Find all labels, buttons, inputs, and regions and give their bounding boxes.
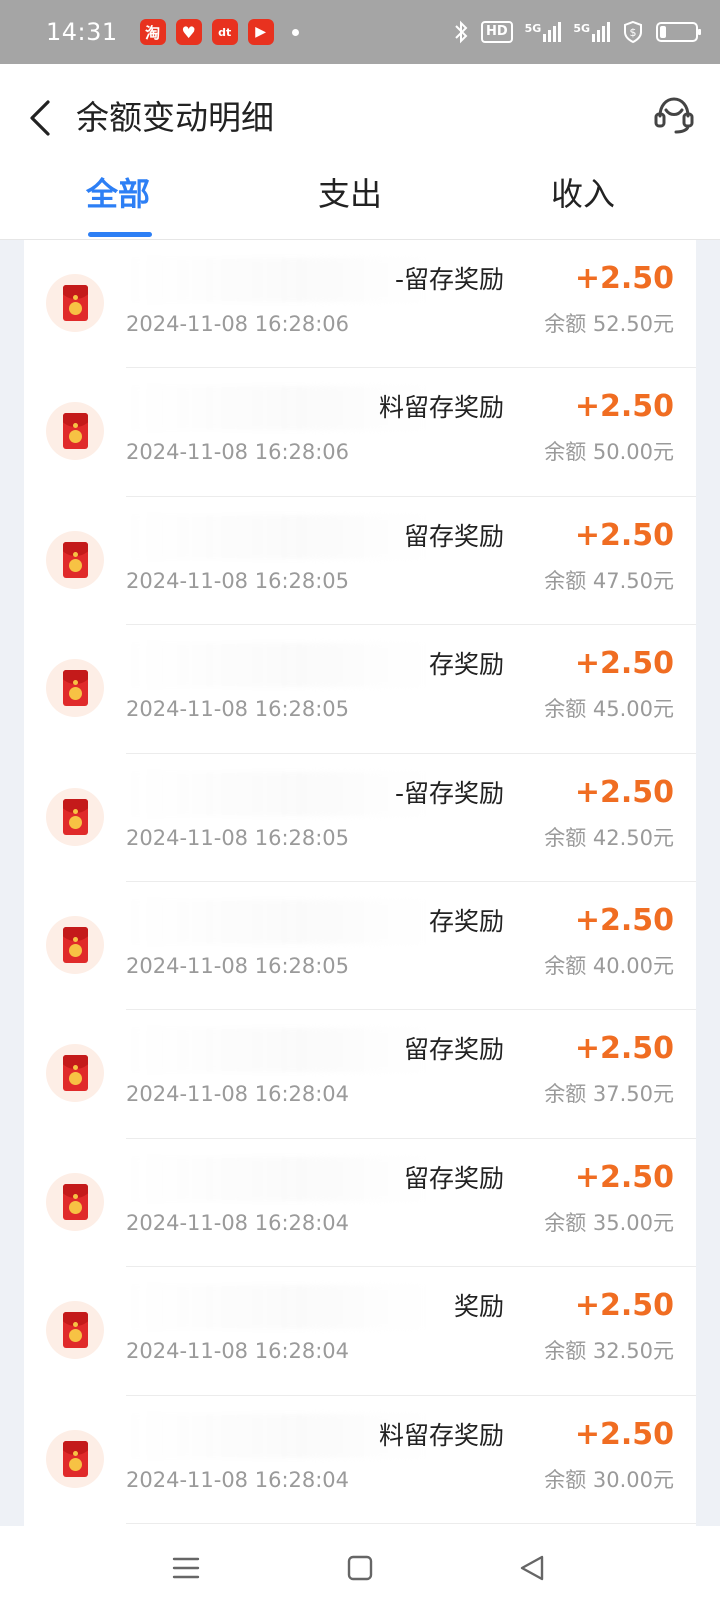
record-balance: 余额 47.50元: [544, 568, 674, 593]
video-app-icon: ▶: [247, 19, 274, 45]
balance-record-list[interactable]: -留存奖励 2024-11-08 16:28:06 +2.50 余额 52.50…: [24, 240, 696, 1526]
record-balance: 余额 32.50元: [544, 1339, 674, 1364]
record-amount: +2.50: [574, 1416, 674, 1452]
record-amount: +2.50: [574, 646, 674, 682]
record-balance: 余额 52.50元: [544, 312, 674, 336]
red-envelope-icon: [46, 915, 104, 974]
page-header: 余额变动明细 全部 支出 收入: [0, 64, 720, 240]
record-amount: +2.50: [574, 1288, 674, 1324]
record-amount: +2.50: [574, 1031, 674, 1067]
record-balance: 余额 42.50元: [544, 825, 674, 850]
record-time: 2024-11-08 16:28:06: [126, 312, 350, 336]
page-title: 余额变动明细: [76, 98, 274, 137]
chevron-left-icon: [30, 100, 50, 136]
red-envelope-icon: [46, 1172, 104, 1231]
list-item[interactable]: 留存奖励 2024-11-08 16:28:04 +2.50 余额 37.50元: [24, 1010, 696, 1139]
record-amount: +2.50: [574, 389, 674, 425]
red-envelope-icon: [46, 1429, 104, 1488]
signal-5g-icon-1: 5G: [525, 22, 562, 42]
red-envelope-icon: [46, 659, 104, 718]
system-navigation-bar: [0, 1526, 720, 1612]
record-title: 料留存奖励: [378, 393, 504, 423]
record-title: 留存奖励: [403, 521, 504, 551]
record-time: 2024-11-08 16:28:05: [126, 568, 350, 593]
menu-icon: [172, 1557, 200, 1579]
red-envelope-icon: [46, 530, 104, 589]
svg-text:$: $: [630, 26, 637, 39]
red-envelope-icon: [46, 1301, 104, 1360]
customer-service-icon: [654, 97, 694, 134]
record-balance: 余额 37.50元: [544, 1082, 674, 1107]
record-time: 2024-11-08 16:28:04: [126, 1210, 350, 1235]
red-envelope-icon: [46, 402, 104, 461]
menu-nav-button[interactable]: [170, 1552, 202, 1584]
record-title: 料留存奖励: [378, 1420, 504, 1450]
list-item[interactable]: -留存奖励 2024-11-08 16:28:05 +2.50 余额 42.50…: [24, 754, 696, 882]
record-amount: +2.50: [574, 902, 674, 938]
red-envelope-icon: [46, 1044, 104, 1103]
record-title: 留存奖励: [403, 1035, 504, 1065]
list-item[interactable]: -留存奖励 2024-11-08 16:28:06 +2.50 余额 52.50…: [24, 240, 696, 369]
record-title: 存奖励: [428, 650, 504, 680]
record-title: -留存奖励: [394, 778, 504, 808]
heart-app-icon: ♥: [175, 19, 202, 45]
tab-expense[interactable]: 支出: [290, 168, 410, 220]
record-time: 2024-11-08 16:28:06: [126, 440, 350, 465]
list-item[interactable]: 留存奖励 2024-11-08 16:28:05 +2.50 余额 47.50元: [24, 497, 696, 626]
record-title: -留存奖励: [394, 265, 504, 294]
back-nav-button[interactable]: [516, 1552, 548, 1584]
back-button[interactable]: [24, 92, 68, 144]
customer-service-button[interactable]: [652, 92, 696, 136]
divider: [126, 1522, 696, 1524]
dt-app-icon: dt: [211, 19, 238, 45]
record-balance: 余额 45.00元: [544, 697, 674, 722]
triangle-back-icon: [520, 1555, 544, 1581]
status-time: 14:31: [46, 18, 118, 46]
taobao-app-icon: 淘: [139, 19, 166, 45]
record-amount: +2.50: [574, 517, 674, 553]
record-time: 2024-11-08 16:28:04: [126, 1082, 350, 1107]
record-balance: 余额 30.00元: [544, 1467, 674, 1492]
list-item[interactable]: 存奖励 2024-11-08 16:28:05 +2.50 余额 45.00元: [24, 625, 696, 754]
record-time: 2024-11-08 16:28:05: [126, 825, 350, 850]
signal-5g-icon-2: 5G: [573, 22, 610, 42]
square-home-icon: [347, 1555, 373, 1581]
list-item[interactable]: 存奖励 2024-11-08 16:28:05 +2.50 余额 40.00元: [24, 882, 696, 1011]
record-time: 2024-11-08 16:28:04: [126, 1467, 350, 1492]
list-item[interactable]: 留存奖励 2024-11-08 16:28:04 +2.50 余额 35.00元: [24, 1139, 696, 1268]
record-amount: +2.50: [574, 774, 674, 810]
list-item[interactable]: 奖励 2024-11-08 16:28:04 +2.50 余额 32.50元: [24, 1267, 696, 1396]
battery-icon: [656, 22, 701, 42]
list-item[interactable]: 料留存奖励 2024-11-08 16:28:06 +2.50 余额 50.00…: [24, 368, 696, 497]
tab-bar: 全部 支出 收入: [0, 168, 720, 240]
security-shield-icon: $: [624, 20, 642, 44]
tab-income[interactable]: 收入: [523, 168, 643, 220]
red-envelope-icon: [46, 274, 104, 332]
system-icons: HD 5G 5G $: [453, 20, 702, 44]
record-title: 留存奖励: [403, 1163, 504, 1193]
more-notifications-icon: [291, 28, 299, 36]
record-time: 2024-11-08 16:28:04: [126, 1339, 350, 1364]
record-title: 存奖励: [428, 906, 504, 936]
record-time: 2024-11-08 16:28:05: [126, 697, 350, 722]
tab-all[interactable]: 全部: [58, 168, 178, 220]
record-amount: +2.50: [574, 1159, 674, 1195]
hd-icon: HD: [480, 21, 513, 43]
notification-icons: 淘 ♥ dt ▶: [139, 19, 299, 45]
active-tab-indicator: [88, 232, 152, 237]
list-item[interactable]: 料留存奖励 2024-11-08 16:28:04 +2.50 余额 30.00…: [24, 1396, 696, 1524]
record-title: 奖励: [453, 1292, 504, 1322]
record-balance: 余额 40.00元: [544, 953, 674, 978]
record-amount: +2.50: [574, 261, 674, 296]
red-envelope-icon: [46, 787, 104, 846]
bluetooth-icon: [455, 20, 468, 44]
home-nav-button[interactable]: [344, 1552, 376, 1584]
status-bar: 14:31 淘 ♥ dt ▶ HD 5G 5G $: [0, 0, 720, 64]
record-balance: 余额 50.00元: [544, 440, 674, 465]
record-balance: 余额 35.00元: [544, 1210, 674, 1235]
record-time: 2024-11-08 16:28:05: [126, 953, 350, 978]
